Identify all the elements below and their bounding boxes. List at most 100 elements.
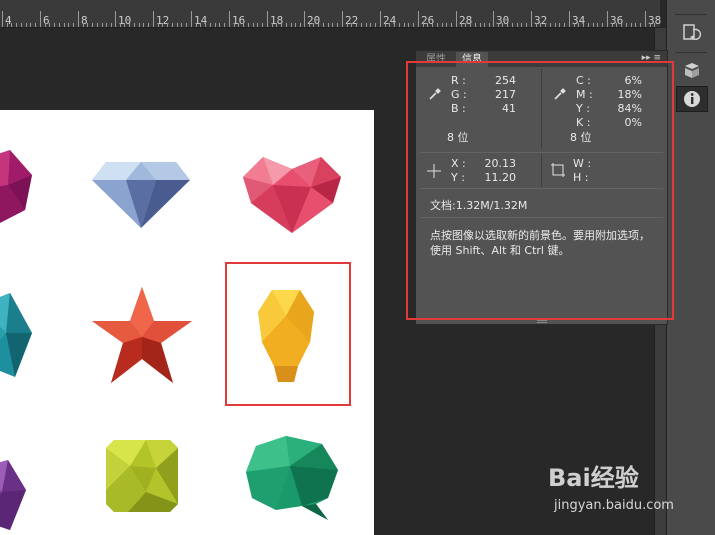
ruler-minor-tick [291, 23, 292, 27]
watermark-brand: Bai经验 [548, 464, 639, 492]
ruler-major-tick [78, 11, 79, 27]
ruler-minor-tick [276, 23, 277, 27]
ruler-major-tick [531, 11, 532, 27]
info-icon[interactable] [676, 86, 708, 112]
ruler-minor-tick [555, 23, 556, 27]
ruler-minor-tick [219, 23, 220, 27]
ruler-minor-tick [196, 23, 197, 27]
ruler-minor-tick [158, 23, 159, 27]
ruler-minor-tick [654, 23, 655, 27]
ruler-minor-tick [257, 23, 258, 27]
ruler-minor-tick [366, 23, 367, 27]
ruler-minor-tick [35, 23, 36, 27]
ruler-minor-tick [97, 23, 98, 27]
ruler-major-tick [645, 11, 646, 27]
ruler-minor-tick [177, 23, 178, 27]
ruler-minor-tick [238, 23, 239, 27]
ruler-major-tick [115, 11, 116, 27]
ruler-minor-tick [446, 23, 447, 27]
ruler-minor-tick [295, 23, 296, 27]
ruler-minor-tick [626, 23, 627, 27]
ruler-minor-tick [593, 23, 594, 27]
ruler-minor-tick [87, 23, 88, 27]
ruler-minor-tick [465, 23, 466, 27]
ruler-minor-tick [68, 23, 69, 27]
ruler-minor-tick [442, 23, 443, 27]
ruler-minor-tick [385, 23, 386, 27]
ruler-minor-tick [470, 23, 471, 27]
ruler-minor-tick [49, 23, 50, 27]
ruler-minor-tick [370, 23, 371, 27]
ruler-minor-tick [120, 23, 121, 27]
ruler-minor-tick [423, 23, 424, 27]
ruler-minor-tick [616, 23, 617, 27]
ruler-minor-tick [172, 23, 173, 27]
ruler-minor-tick [300, 23, 301, 27]
ruler-minor-tick [26, 23, 27, 27]
ruler-major-tick [493, 11, 494, 27]
ruler-minor-tick [489, 23, 490, 27]
ruler-minor-tick [461, 23, 462, 27]
ruler-major-tick [342, 11, 343, 27]
ruler-minor-tick [92, 23, 93, 27]
ruler-major-tick [418, 11, 419, 27]
ruler-minor-tick [507, 23, 508, 27]
ruler-minor-tick [162, 23, 163, 27]
baidu-jingyan-watermark: Bai经验 jingyan.baidu.com [548, 458, 698, 520]
layers-cube-icon[interactable] [676, 58, 708, 84]
dock-divider [675, 52, 707, 53]
ruler-minor-tick [253, 23, 254, 27]
ruler-minor-tick [111, 23, 112, 27]
ruler-minor-tick [181, 23, 182, 27]
ruler-minor-tick [550, 23, 551, 27]
ruler-minor-tick [328, 23, 329, 27]
ruler-minor-tick [332, 23, 333, 27]
ruler-minor-tick [427, 23, 428, 27]
ruler-minor-tick [234, 23, 235, 27]
ruler-minor-tick [597, 23, 598, 27]
ruler-minor-tick [451, 23, 452, 27]
ruler-minor-tick [248, 23, 249, 27]
ruler-minor-tick [583, 23, 584, 27]
star-icon [92, 287, 192, 383]
ruler-minor-tick [517, 23, 518, 27]
horizontal-ruler[interactable]: 4 6 8 10 12 14 16 18 20 22 24 26 28 30 32 34 36 38 [0, 0, 661, 28]
ruler-minor-tick [356, 23, 357, 27]
history-icon[interactable] [676, 20, 708, 46]
ruler-major-tick [304, 11, 305, 27]
ruler-minor-tick [498, 23, 499, 27]
ruler-minor-tick [521, 23, 522, 27]
ruler-minor-tick [484, 23, 485, 27]
ruler-minor-tick [200, 23, 201, 27]
ruler-minor-tick [59, 23, 60, 27]
ruler-minor-tick [313, 23, 314, 27]
ruler-minor-tick [351, 23, 352, 27]
panel-resize-grip[interactable] [537, 320, 547, 323]
ruler-major-tick [267, 11, 268, 27]
ruler-minor-tick [437, 23, 438, 27]
ruler-major-tick [153, 11, 154, 27]
ruler-major-tick [40, 11, 41, 27]
ruler-minor-tick [540, 23, 541, 27]
purple-gem-icon [0, 150, 32, 223]
ruler-minor-tick [432, 23, 433, 27]
ruler-minor-tick [124, 23, 125, 27]
ruler-minor-tick [480, 23, 481, 27]
ruler-minor-tick [545, 23, 546, 27]
ruler-minor-tick [574, 23, 575, 27]
ruler-minor-tick [7, 23, 8, 27]
ruler-minor-tick [83, 23, 84, 27]
ruler-minor-tick [502, 23, 503, 27]
ruler-minor-tick [30, 23, 31, 27]
ruler-minor-tick [21, 23, 22, 27]
ruler-minor-tick [309, 23, 310, 27]
ruler-minor-tick [578, 23, 579, 27]
ruler-minor-tick [11, 23, 12, 27]
ruler-minor-tick [318, 23, 319, 27]
ruler-minor-tick [106, 23, 107, 27]
ruler-minor-tick [102, 23, 103, 27]
ruler-minor-tick [612, 23, 613, 27]
highlight-box-info-panel [406, 61, 674, 320]
ruler-minor-tick [64, 23, 65, 27]
ruler-minor-tick [143, 23, 144, 27]
